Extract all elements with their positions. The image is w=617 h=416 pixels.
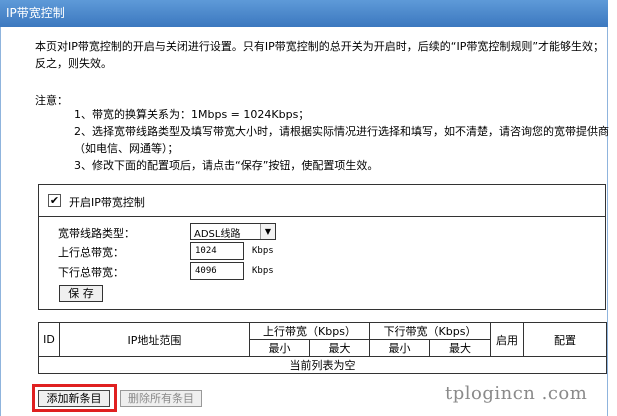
highlight-box [32,384,117,412]
col-enable-header: 启用 [490,322,525,357]
empty-list-message: 当前列表为空 [37,356,608,374]
save-button[interactable]: 保 存 [59,285,103,302]
col-config-header: 配置 [523,322,608,357]
col-download-header: 下行带宽（Kbps） [369,322,492,340]
bandwidth-settings-box: ✔ 开启IP带宽控制 宽带线路类型： ADSL线路 ▼ 上行总带宽： 1024 … [38,184,606,310]
note-2: 2、选择宽带线路类型及填写带宽大小时，请根据实际情况进行选择和填写，如不清楚，请… [74,125,609,155]
note-1: 1、带宽的换算关系为：1Mbps = 1024Kbps； [74,108,310,121]
download-max-header: 最大 [429,339,492,357]
upload-max-header: 最大 [308,339,371,357]
notes-title: 注意： [35,94,68,107]
bandwidth-rules-table: ID IP地址范围 上行带宽（Kbps） 下行带宽（Kbps） 启用 配置 最小… [37,322,608,374]
page-title-bar: IP带宽控制 [0,0,608,27]
enable-checkbox[interactable]: ✔ [48,194,61,207]
watermark: tplogincn .com [445,383,588,404]
download-unit: Kbps [252,266,274,276]
upload-unit: Kbps [252,246,274,256]
upload-min-header: 最小 [249,339,310,357]
col-id-header: ID [38,322,60,357]
line-type-label: 宽带线路类型： [58,227,135,240]
page-title: IP带宽控制 [6,6,65,20]
delete-all-button[interactable]: 删除所有条目 [120,390,202,407]
enable-label: 开启IP带宽控制 [69,196,145,209]
col-ip-range-header: IP地址范围 [59,322,250,357]
line-type-select[interactable]: ADSL线路 ▼ [190,223,276,240]
enable-row: ✔ 开启IP带宽控制 [39,185,605,217]
col-upload-header: 上行带宽（Kbps） [248,322,371,340]
note-3: 3、修改下面的配置项后，请点击“保存”按钮，使配置项生效。 [74,159,379,172]
upload-label: 上行总带宽： [58,246,124,259]
download-min-header: 最小 [369,339,431,357]
download-bandwidth-input[interactable]: 4096 [190,262,244,280]
upload-bandwidth-input[interactable]: 1024 [190,242,244,260]
download-label: 下行总带宽： [58,266,124,279]
chevron-down-icon: ▼ [260,224,275,239]
line-type-value: ADSL线路 [194,229,241,240]
intro-text: 本页对IP带宽控制的开启与关闭进行设置。只有IP带宽控制的总开关为开启时，后续的… [35,40,605,70]
